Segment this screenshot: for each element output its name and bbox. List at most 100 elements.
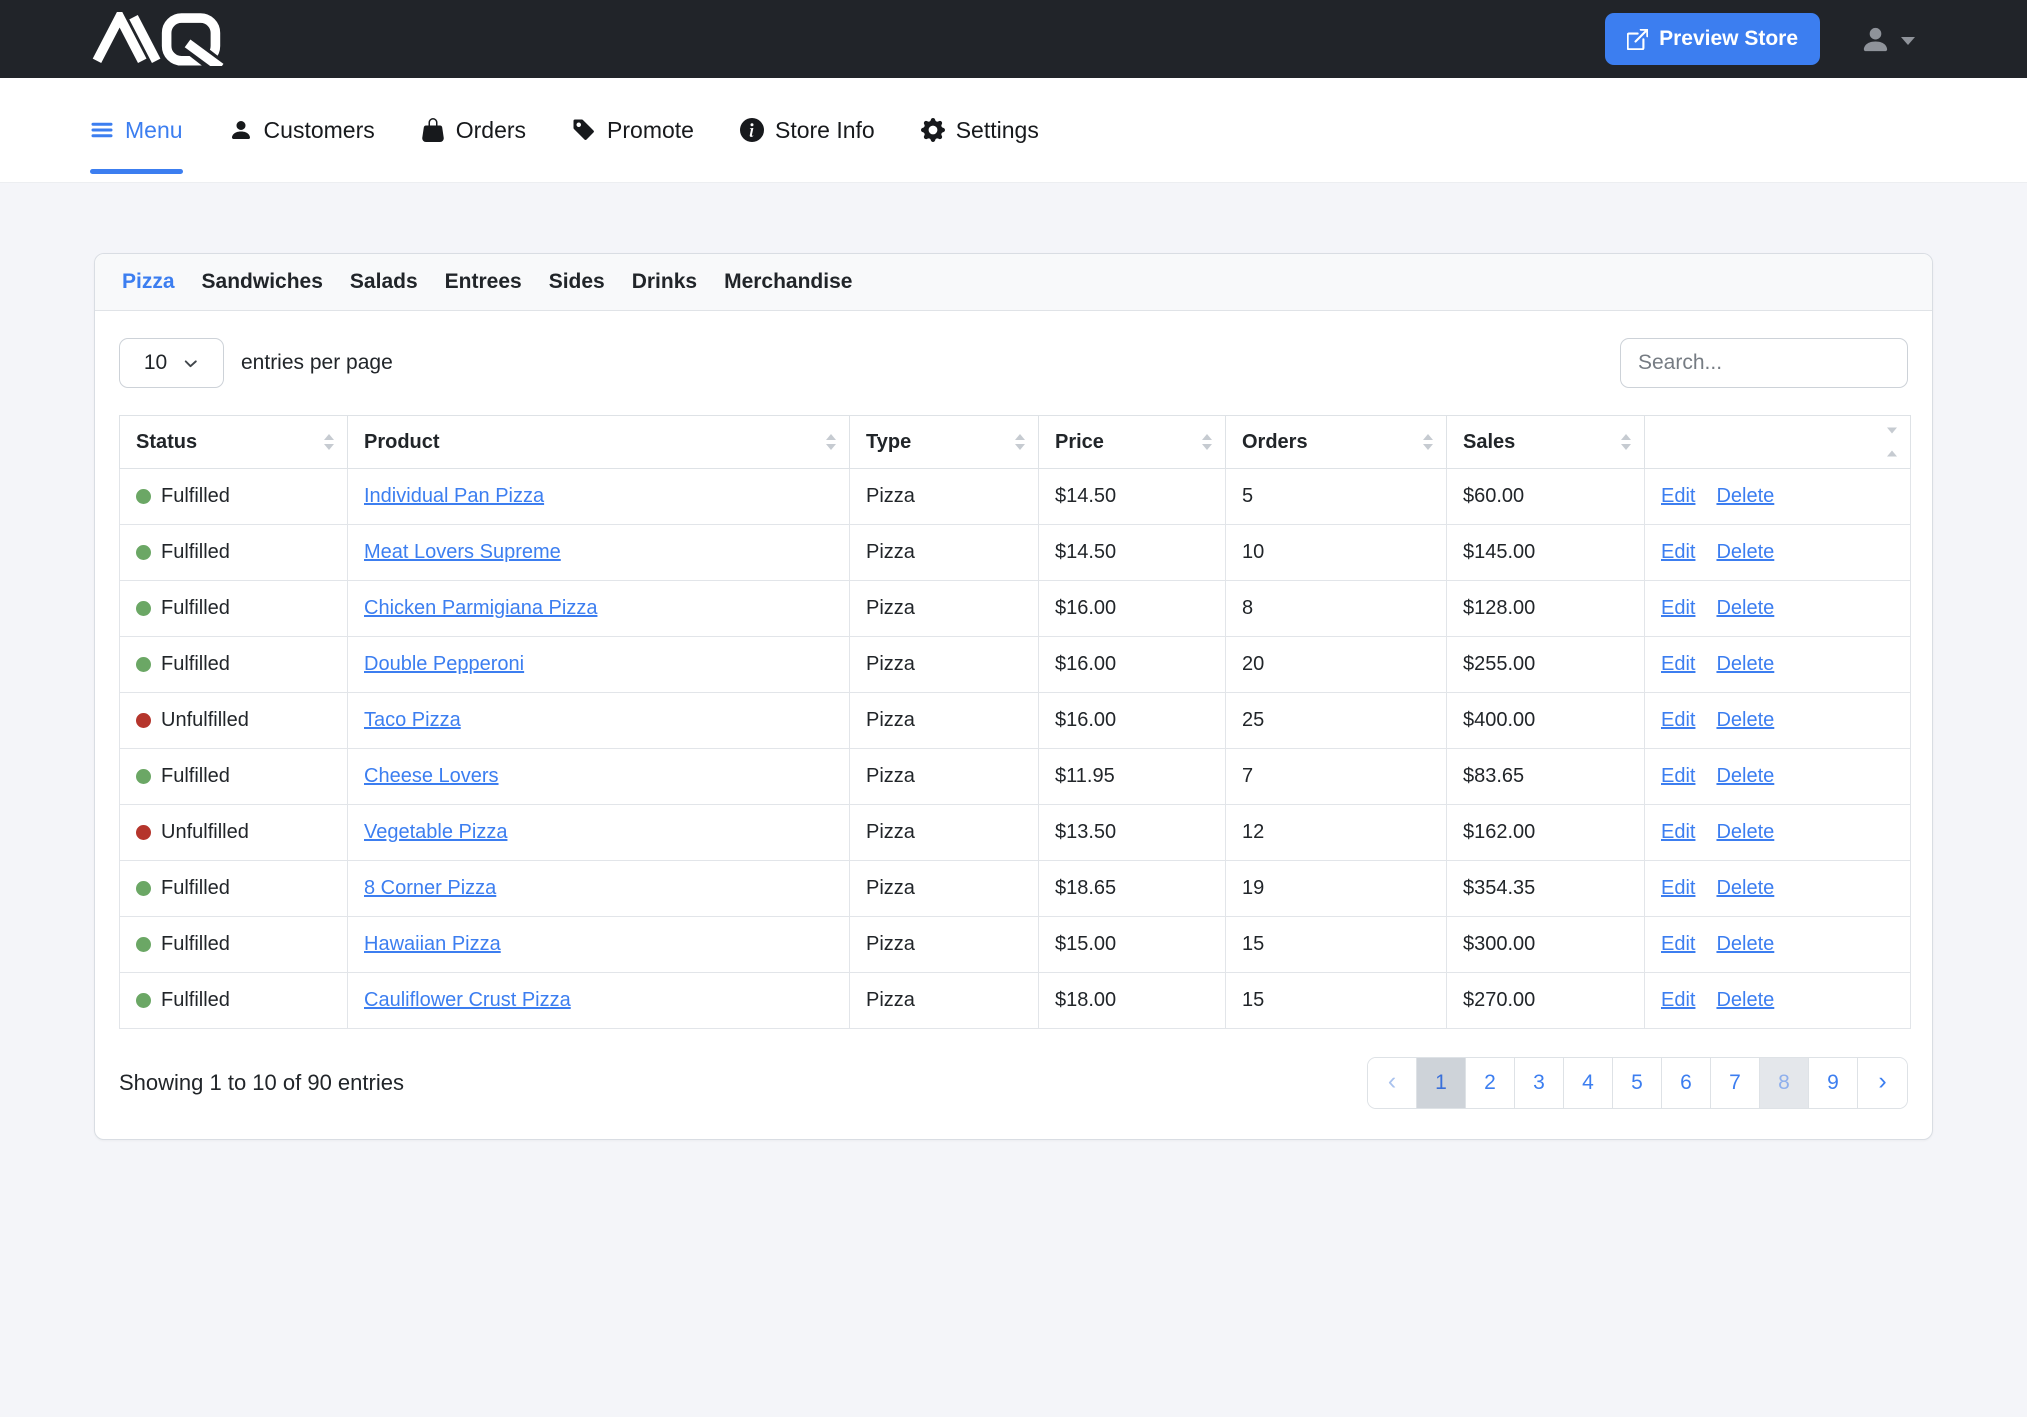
pagination-page-5[interactable]: 5 (1613, 1058, 1662, 1108)
delete-link[interactable]: Delete (1716, 765, 1774, 787)
status-dot-icon (136, 769, 151, 784)
pagination-page-7[interactable]: 7 (1711, 1058, 1760, 1108)
status-label: Fulfilled (161, 541, 230, 563)
edit-link[interactable]: Edit (1661, 485, 1695, 507)
tab-drinks[interactable]: Drinks (632, 270, 697, 294)
pagination-next[interactable]: › (1858, 1058, 1907, 1108)
nav-item-menu[interactable]: Menu (90, 117, 183, 144)
pagination-page-1[interactable]: 1 (1417, 1058, 1466, 1108)
product-link[interactable]: Cauliflower Crust Pizza (364, 989, 571, 1011)
tab-salads[interactable]: Salads (350, 270, 418, 294)
table-controls: 10 entries per page (119, 338, 1908, 388)
tab-sides[interactable]: Sides (549, 270, 605, 294)
pagination-prev[interactable]: ‹ (1368, 1058, 1417, 1108)
column-header-status[interactable]: Status (120, 416, 348, 469)
product-cell: Vegetable Pizza (348, 805, 850, 861)
column-header-orders[interactable]: Orders (1226, 416, 1447, 469)
tab-sandwiches[interactable]: Sandwiches (202, 270, 323, 294)
delete-link[interactable]: Delete (1716, 597, 1774, 619)
delete-link[interactable]: Delete (1716, 877, 1774, 899)
column-header-type[interactable]: Type (850, 416, 1039, 469)
column-header-product[interactable]: Product (348, 416, 850, 469)
nav-item-store-info[interactable]: Store Info (740, 117, 875, 144)
orders-cell: 7 (1226, 749, 1447, 805)
nav-item-label: Store Info (775, 117, 875, 144)
card-body: 10 entries per page StatusProduct Type Pri… (95, 311, 1932, 1139)
edit-link[interactable]: Edit (1661, 597, 1695, 619)
edit-link[interactable]: Edit (1661, 653, 1695, 675)
edit-link[interactable]: Edit (1661, 541, 1695, 563)
search-input[interactable] (1620, 338, 1908, 388)
edit-link[interactable]: Edit (1661, 709, 1695, 731)
sort-icon (324, 434, 334, 450)
table-row: UnfulfilledVegetable PizzaPizza$13.5012$… (120, 805, 1911, 861)
tab-merchandise[interactable]: Merchandise (724, 270, 852, 294)
column-label: Sales (1463, 431, 1515, 453)
sales-cell: $300.00 (1447, 917, 1645, 973)
pagination-page-2[interactable]: 2 (1466, 1058, 1515, 1108)
product-link[interactable]: Double Pepperoni (364, 653, 524, 675)
product-link[interactable]: Cheese Lovers (364, 765, 499, 787)
delete-link[interactable]: Delete (1716, 653, 1774, 675)
orders-cell: 15 (1226, 917, 1447, 973)
column-header-price[interactable]: Price (1039, 416, 1226, 469)
entries-summary: Showing 1 to 10 of 90 entries (119, 1070, 404, 1096)
nav-item-orders[interactable]: Orders (421, 117, 526, 144)
status-dot-icon (136, 993, 151, 1008)
table-row: FulfilledCheese LoversPizza$11.957$83.65… (120, 749, 1911, 805)
pagination-page-9[interactable]: 9 (1809, 1058, 1858, 1108)
actions-cell: Edit Delete (1645, 525, 1911, 581)
status-label: Fulfilled (161, 597, 230, 619)
delete-link[interactable]: Delete (1716, 485, 1774, 507)
nav-item-settings[interactable]: Settings (921, 117, 1039, 144)
edit-link[interactable]: Edit (1661, 933, 1695, 955)
edit-link[interactable]: Edit (1661, 989, 1695, 1011)
pagination-page-4[interactable]: 4 (1564, 1058, 1613, 1108)
orders-cell: 20 (1226, 637, 1447, 693)
pagination-page-6[interactable]: 6 (1662, 1058, 1711, 1108)
column-header-sales[interactable]: Sales (1447, 416, 1645, 469)
actions-cell: Edit Delete (1645, 637, 1911, 693)
delete-link[interactable]: Delete (1716, 541, 1774, 563)
nav-item-promote[interactable]: Promote (572, 117, 694, 144)
user-menu[interactable] (1860, 24, 1915, 55)
delete-link[interactable]: Delete (1716, 989, 1774, 1011)
entries-per-page-select[interactable]: 10 (119, 338, 224, 388)
orders-cell: 19 (1226, 861, 1447, 917)
preview-store-button[interactable]: Preview Store (1605, 13, 1820, 65)
tab-entrees[interactable]: Entrees (445, 270, 522, 294)
edit-link[interactable]: Edit (1661, 765, 1695, 787)
product-cell: Cheese Lovers (348, 749, 850, 805)
delete-link[interactable]: Delete (1716, 933, 1774, 955)
main-nav: Menu Customers Orders Promote Store Info Sett… (0, 78, 2027, 183)
tab-pizza[interactable]: Pizza (122, 270, 175, 294)
column-label: Type (866, 431, 911, 453)
type-cell: Pizza (850, 973, 1039, 1029)
status-label: Fulfilled (161, 653, 230, 675)
brand-logo[interactable] (90, 12, 229, 66)
edit-link[interactable]: Edit (1661, 877, 1695, 899)
pagination-page-8[interactable]: 8 (1760, 1058, 1809, 1108)
product-link[interactable]: Taco Pizza (364, 709, 461, 731)
product-link[interactable]: Chicken Parmigiana Pizza (364, 597, 597, 619)
price-cell: $14.50 (1039, 469, 1226, 525)
type-cell: Pizza (850, 749, 1039, 805)
delete-link[interactable]: Delete (1716, 709, 1774, 731)
actions-cell: Edit Delete (1645, 973, 1911, 1029)
product-link[interactable]: Vegetable Pizza (364, 821, 507, 843)
edit-link[interactable]: Edit (1661, 821, 1695, 843)
delete-link[interactable]: Delete (1716, 821, 1774, 843)
top-header: Preview Store (0, 0, 2027, 78)
nav-item-label: Promote (607, 117, 694, 144)
nav-item-customers[interactable]: Customers (229, 117, 375, 144)
pagination-page-3[interactable]: 3 (1515, 1058, 1564, 1108)
orders-cell: 25 (1226, 693, 1447, 749)
product-link[interactable]: 8 Corner Pizza (364, 877, 496, 899)
column-header-actions[interactable] (1645, 416, 1911, 469)
status-cell: Fulfilled (120, 525, 348, 581)
product-link[interactable]: Individual Pan Pizza (364, 485, 544, 507)
product-link[interactable]: Hawaiian Pizza (364, 933, 501, 955)
sales-cell: $400.00 (1447, 693, 1645, 749)
product-link[interactable]: Meat Lovers Supreme (364, 541, 561, 563)
status-label: Fulfilled (161, 989, 230, 1011)
